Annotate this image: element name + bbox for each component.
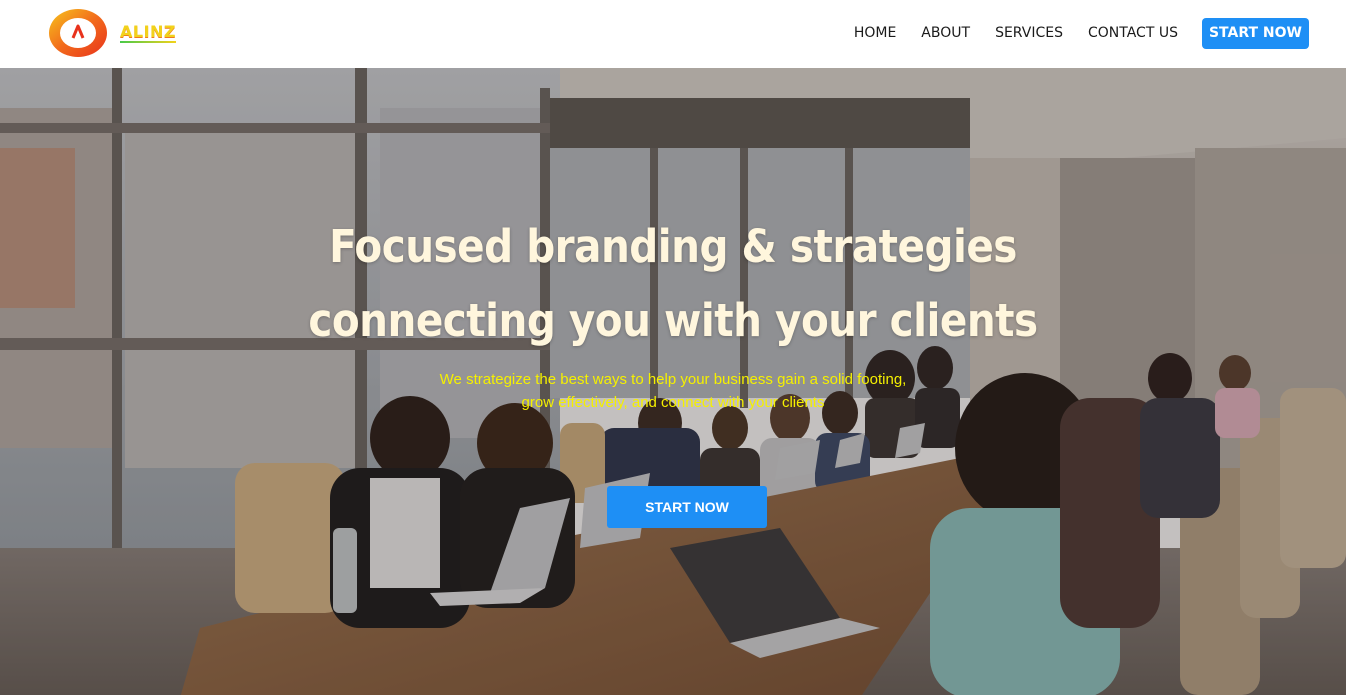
main-navigation: HOME ABOUT SERVICES CONTACT US START NOW bbox=[829, 18, 1309, 49]
brand-name-label: ALINZ bbox=[120, 22, 177, 41]
nav-start-now-button[interactable]: START NOW bbox=[1201, 18, 1309, 49]
circle-a-logo-icon[interactable] bbox=[49, 8, 109, 58]
nav-link-contact[interactable]: CONTACT US bbox=[1088, 18, 1178, 49]
hero-title-line-1: Focused branding & strategies bbox=[329, 220, 1017, 273]
site-header: ALINZ HOME ABOUT SERVICES CONTACT US STA… bbox=[0, 0, 1346, 68]
hero-title-line-2: connecting you with your clients bbox=[308, 294, 1038, 347]
nav-link-services[interactable]: SERVICES bbox=[995, 18, 1063, 49]
hero-start-now-button[interactable]: START NOW bbox=[607, 486, 767, 528]
nav-link-about[interactable]: ABOUT bbox=[921, 18, 970, 49]
nav-link-home[interactable]: HOME bbox=[854, 18, 896, 49]
hero-section: Focused branding & strategies connecting… bbox=[0, 68, 1346, 695]
brand-underline bbox=[120, 41, 177, 43]
hero-subtitle-line-1: We strategize the best ways to help your… bbox=[439, 371, 907, 388]
brand-name[interactable]: ALINZ bbox=[120, 22, 177, 43]
hero-subtitle-line-2: grow effectively, and connect with your … bbox=[521, 394, 825, 411]
